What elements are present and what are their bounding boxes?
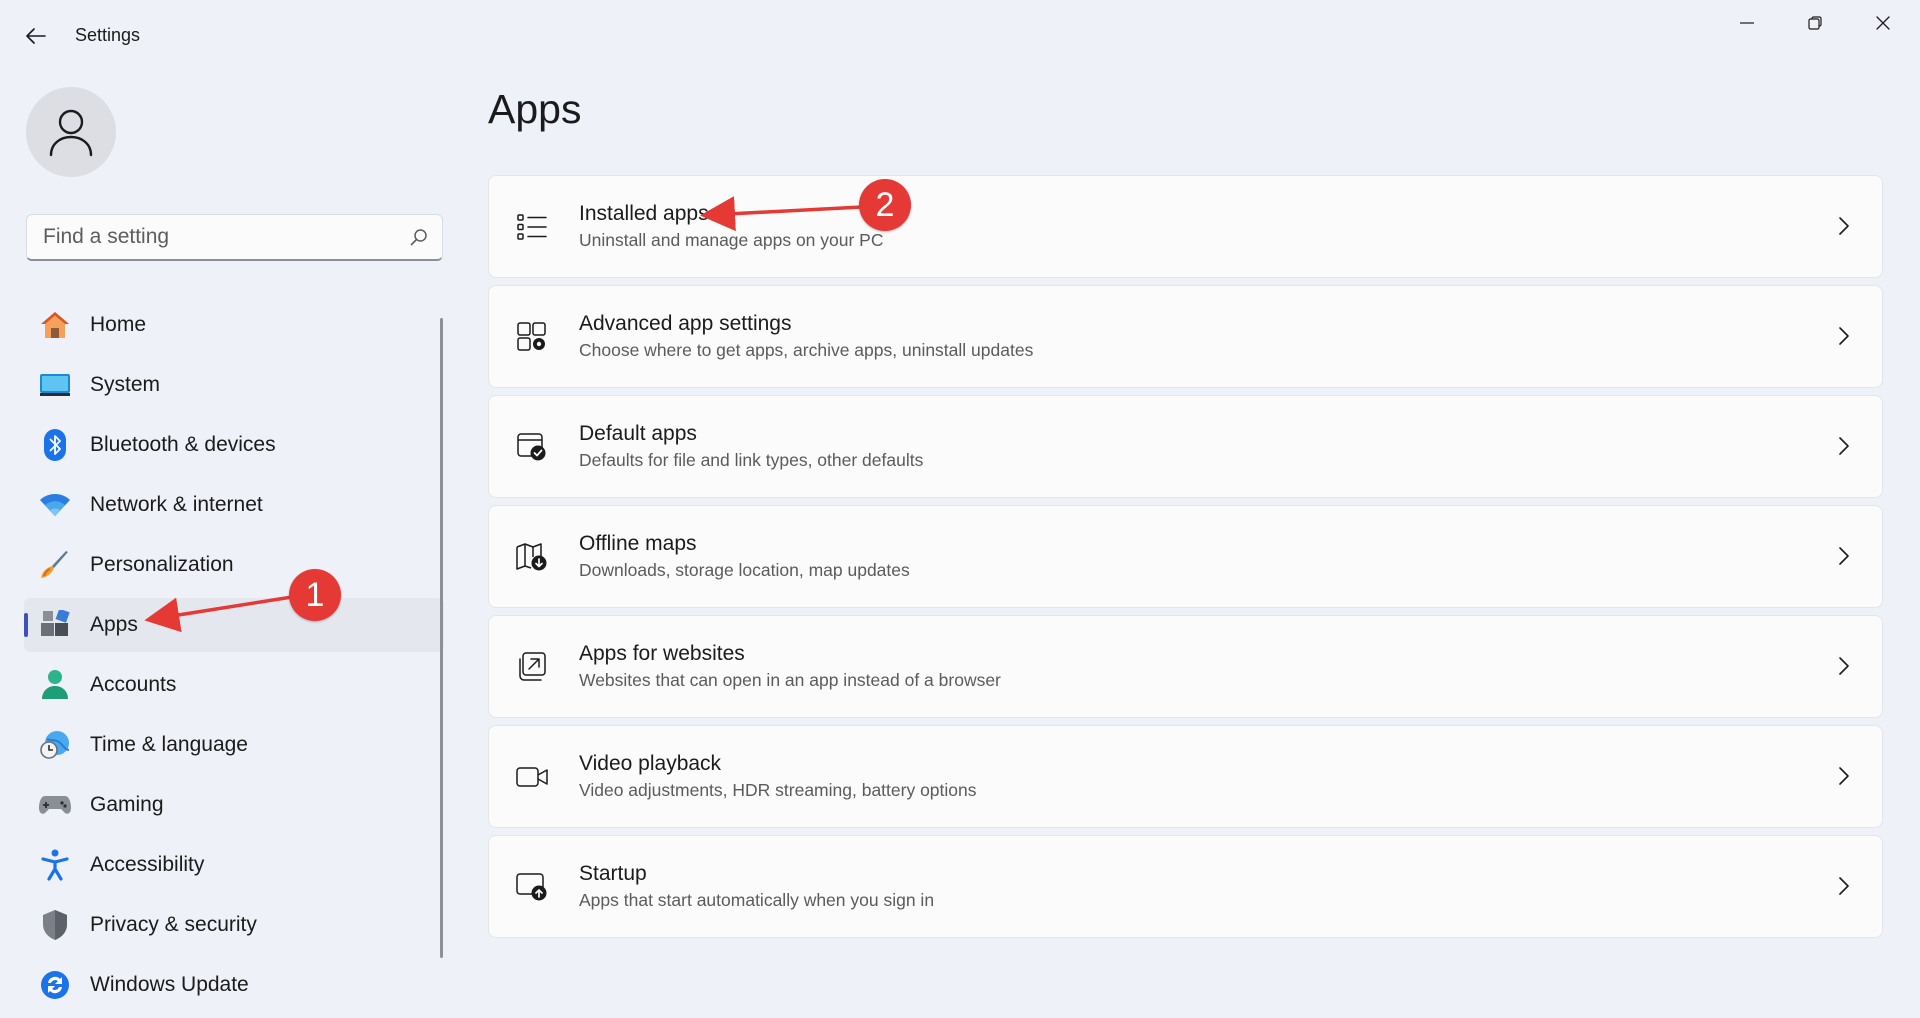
sidebar-item-label: Apps [90,613,138,636]
person-icon [49,109,93,157]
apps-icon [38,608,72,642]
card-title: Installed apps [579,202,709,225]
default-check-icon [515,430,549,464]
wifi-icon [38,488,72,522]
sidebar-item-gaming[interactable]: Gaming [24,778,444,832]
sidebar-item-bluetooth[interactable]: Bluetooth & devices [24,418,444,472]
gamepad-icon [38,788,72,822]
chevron-right-icon [1832,654,1856,678]
card-video-playback[interactable]: Video playback Video adjustments, HDR st… [488,725,1883,828]
card-description: Video adjustments, HDR streaming, batter… [579,780,977,800]
card-description: Defaults for file and link types, other … [579,450,924,470]
chevron-right-icon [1832,214,1856,238]
card-title: Startup [579,862,647,885]
card-advanced-app-settings[interactable]: Advanced app settings Choose where to ge… [488,285,1883,388]
sidebar-item-accounts[interactable]: Accounts [24,658,444,712]
minimize-button[interactable] [1713,0,1781,46]
sidebar-item-label: Windows Update [90,973,249,996]
sidebar-scrollbar[interactable] [440,318,443,958]
home-icon [38,308,72,342]
search-box[interactable] [26,214,443,261]
window-title: Settings [75,25,141,45]
sidebar-item-label: Network & internet [90,493,263,516]
list-icon [515,210,549,244]
card-title: Video playback [579,752,722,775]
annotation-badge-2: 2 [859,179,911,231]
back-button[interactable] [16,18,56,54]
globe-clock-icon [38,728,72,762]
chevron-right-icon [1832,324,1856,348]
sidebar-nav: Home System Bluetooth & devices Network … [24,298,444,1018]
page-title: Apps [488,86,582,132]
card-description: Websites that can open in an app instead… [579,670,1001,690]
sidebar-item-label: Accounts [90,673,177,696]
card-apps-for-websites[interactable]: Apps for websites Websites that can open… [488,615,1883,718]
card-default-apps[interactable]: Default apps Defaults for file and link … [488,395,1883,498]
sidebar-item-personalization[interactable]: Personalization [24,538,444,592]
card-offline-maps[interactable]: Offline maps Downloads, storage location… [488,505,1883,608]
system-icon [38,368,72,402]
restore-icon [1808,16,1822,30]
search-input[interactable] [41,224,410,250]
title-bar: Settings [0,0,1920,72]
sidebar-item-label: System [90,373,161,396]
minimize-icon [1740,22,1754,24]
close-button[interactable] [1849,0,1917,46]
restore-button[interactable] [1781,0,1849,46]
sidebar-item-network[interactable]: Network & internet [24,478,444,532]
map-download-icon [515,540,549,574]
chevron-right-icon [1832,434,1856,458]
brush-icon [38,548,72,582]
card-description: Downloads, storage location, map updates [579,560,910,580]
sidebar-item-label: Gaming [90,793,164,816]
bluetooth-icon [38,428,72,462]
sidebar-item-label: Bluetooth & devices [90,433,276,456]
sidebar-item-label: Personalization [90,553,234,576]
sidebar-item-privacy-security[interactable]: Privacy & security [24,898,444,952]
settings-card-list: Installed apps Uninstall and manage apps… [488,175,1883,945]
sidebar-item-windows-update[interactable]: Windows Update [24,958,444,1012]
open-external-icon [515,650,549,684]
shield-icon [38,908,72,942]
annotation-badge-1: 1 [289,569,341,621]
video-camera-icon [515,760,549,794]
chevron-right-icon [1832,544,1856,568]
update-icon [38,968,72,1002]
card-description: Choose where to get apps, archive apps, … [579,340,1034,360]
sidebar-item-time-language[interactable]: Time & language [24,718,444,772]
startup-icon [515,870,549,904]
card-title: Apps for websites [579,642,745,665]
close-icon [1876,16,1890,30]
card-title: Default apps [579,422,697,445]
chevron-right-icon [1832,874,1856,898]
card-installed-apps[interactable]: Installed apps Uninstall and manage apps… [488,175,1883,278]
sidebar-item-label: Home [90,313,147,336]
app-gear-icon [515,320,549,354]
chevron-right-icon [1832,764,1856,788]
sidebar-item-system[interactable]: System [24,358,444,412]
sidebar-item-apps[interactable]: Apps [24,598,444,652]
card-startup[interactable]: Startup Apps that start automatically wh… [488,835,1883,938]
sidebar-item-label: Privacy & security [90,913,257,936]
accessibility-icon [38,848,72,882]
search-icon[interactable] [410,228,428,246]
back-arrow-icon [26,28,46,44]
sidebar-item-home[interactable]: Home [24,298,444,352]
card-description: Apps that start automatically when you s… [579,890,935,910]
person-icon [38,668,72,702]
user-avatar[interactable] [26,87,116,177]
card-title: Offline maps [579,532,697,555]
sidebar-item-label: Time & language [90,733,248,756]
card-title: Advanced app settings [579,312,792,335]
sidebar-item-accessibility[interactable]: Accessibility [24,838,444,892]
card-description: Uninstall and manage apps on your PC [579,230,884,250]
sidebar-item-label: Accessibility [90,853,205,876]
